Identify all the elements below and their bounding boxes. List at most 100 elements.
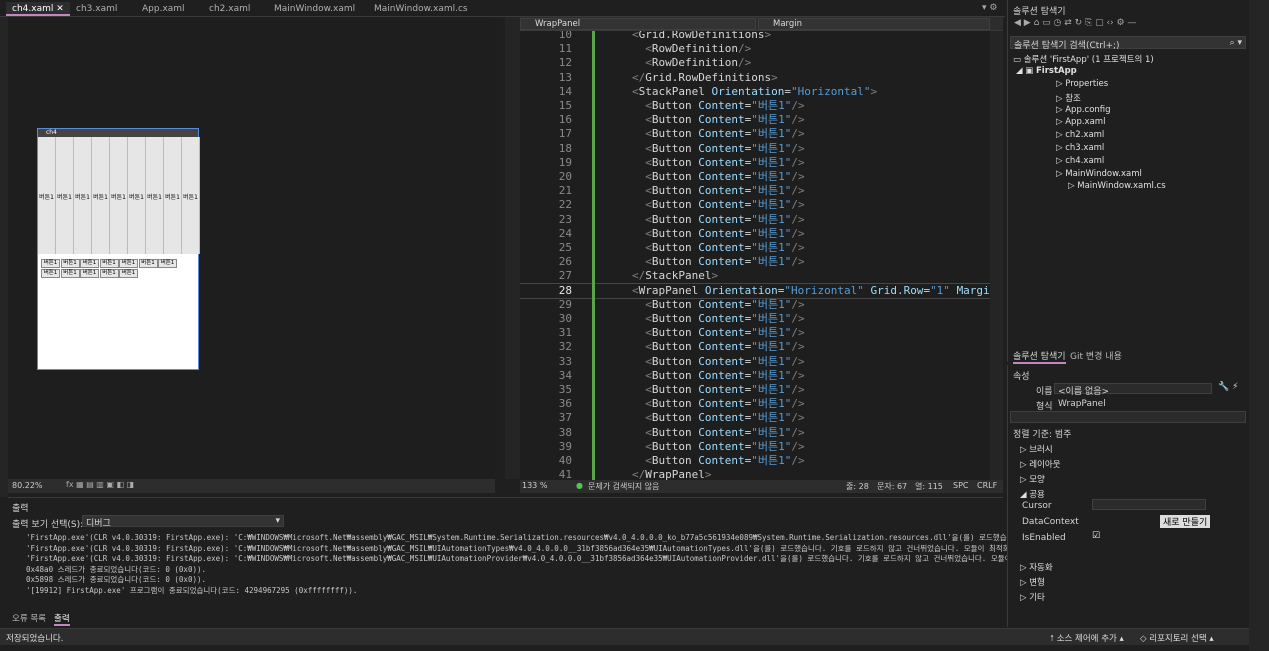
solution-tree-item[interactable]: ▷ MainWindow.xaml.cs bbox=[1068, 181, 1166, 191]
stack-button-preview[interactable]: 버튼1 bbox=[38, 137, 56, 254]
editor-vertical-scrollbar[interactable] bbox=[990, 31, 1003, 480]
tab-git-changes[interactable]: Git 변경 내용 bbox=[1070, 349, 1122, 362]
wrap-button-preview[interactable]: 버튼1 bbox=[99, 269, 119, 278]
code-line[interactable]: 32 <Button Content="버튼1"/> bbox=[520, 340, 990, 354]
solution-toolbar-icons[interactable]: ◀ ▶ ⌂ ▭ ◷ ⇄ ↻ ⎘ ▢ ‹› ⚙ — bbox=[1014, 18, 1136, 28]
code-line[interactable]: 22 <Button Content="버튼1"/> bbox=[520, 198, 990, 212]
solution-tree-item[interactable]: ▷ 참조 bbox=[1056, 92, 1081, 104]
stack-button-preview[interactable]: 버튼1 bbox=[92, 137, 110, 254]
tab-output[interactable]: 출력 bbox=[54, 612, 70, 626]
code-line[interactable]: 19 <Button Content="버튼1"/> bbox=[520, 156, 990, 170]
code-line[interactable]: 14 <StackPanel Orientation="Horizontal"> bbox=[520, 85, 990, 99]
code-line[interactable]: 21 <Button Content="버튼1"/> bbox=[520, 184, 990, 198]
code-line[interactable]: 36 <Button Content="버튼1"/> bbox=[520, 397, 990, 411]
wrap-button-preview[interactable]: 버튼1 bbox=[158, 259, 177, 268]
property-category[interactable]: ▷ 기타 bbox=[1020, 591, 1045, 603]
project-firstapp[interactable]: ◢ ▣ FirstApp bbox=[1016, 66, 1077, 76]
tab-overflow-icon[interactable]: ▾ ⚙ bbox=[982, 3, 997, 13]
property-category[interactable]: ▷ 자동화 bbox=[1020, 561, 1053, 573]
line-ending[interactable]: CRLF bbox=[977, 481, 997, 490]
wrap-button-preview[interactable]: 버튼1 bbox=[119, 269, 138, 278]
stack-button-preview[interactable]: 버튼1 bbox=[74, 137, 92, 254]
solution-tree-item[interactable]: ▷ ch4.xaml bbox=[1056, 156, 1104, 166]
code-line[interactable]: 16 <Button Content="버튼1"/> bbox=[520, 113, 990, 127]
code-line[interactable]: 38 <Button Content="버튼1"/> bbox=[520, 426, 990, 440]
code-line[interactable]: 12 <RowDefinition/> bbox=[520, 56, 990, 70]
prop-cursor-select[interactable] bbox=[1092, 499, 1206, 510]
code-line[interactable]: 28 <WrapPanel Orientation="Horizontal" Gr… bbox=[520, 282, 990, 299]
name-input[interactable]: <이름 없음> bbox=[1054, 383, 1212, 397]
code-line[interactable]: 26 <Button Content="버튼1"/> bbox=[520, 255, 990, 269]
solution-tree-item[interactable]: ▷ MainWindow.xaml bbox=[1056, 169, 1142, 179]
solution-tree-item[interactable]: ▷ Properties bbox=[1056, 79, 1108, 89]
wrap-button-preview[interactable]: 버튼1 bbox=[60, 259, 80, 268]
stack-button-preview[interactable]: 버튼1 bbox=[128, 137, 146, 254]
code-line[interactable]: 15 <Button Content="버튼1"/> bbox=[520, 99, 990, 113]
property-combo[interactable]: Margin bbox=[758, 18, 990, 30]
tab-ch3-xaml[interactable]: ch3.xaml bbox=[70, 2, 123, 16]
tab-mainwindow-xaml[interactable]: MainWindow.xaml bbox=[268, 2, 361, 16]
code-line[interactable]: 17 <Button Content="버튼1"/> bbox=[520, 127, 990, 141]
tab-mainwindow-xaml-cs[interactable]: MainWindow.xaml.cs bbox=[368, 2, 474, 16]
xaml-code-editor[interactable]: 10 <Grid.RowDefinitions> 11 <RowDefinition… bbox=[520, 31, 990, 480]
wrap-button-preview[interactable]: 버튼1 bbox=[60, 269, 80, 278]
code-line[interactable]: 29 <Button Content="버튼1"/> bbox=[520, 298, 990, 312]
property-category[interactable]: ▷ 변형 bbox=[1020, 576, 1045, 588]
tab-app-xaml[interactable]: App.xaml bbox=[136, 2, 191, 16]
designer-zoom[interactable]: 80.22% bbox=[12, 481, 43, 490]
code-line[interactable]: 27 </StackPanel> bbox=[520, 269, 990, 283]
code-line[interactable]: 23 <Button Content="버튼1"/> bbox=[520, 213, 990, 227]
stack-button-preview[interactable]: 버튼1 bbox=[164, 137, 182, 254]
wrap-button-preview[interactable]: 버튼1 bbox=[119, 259, 138, 268]
sort-by-category[interactable]: 정렬 기준: 범주 bbox=[1013, 427, 1071, 440]
code-line[interactable]: 39 <Button Content="버튼1"/> bbox=[520, 440, 990, 454]
property-category[interactable]: ▷ 레이아웃 bbox=[1020, 458, 1061, 470]
code-line[interactable]: 35 <Button Content="버튼1"/> bbox=[520, 383, 990, 397]
tab-ch4-xaml[interactable]: ch4.xaml ✕ bbox=[6, 2, 70, 16]
wrap-button-preview[interactable]: 버튼1 bbox=[80, 259, 99, 268]
code-line[interactable]: 20 <Button Content="버튼1"/> bbox=[520, 170, 990, 184]
property-category[interactable]: ◢ 공용 bbox=[1020, 488, 1045, 500]
code-line[interactable]: 30 <Button Content="버튼1"/> bbox=[520, 312, 990, 326]
tab-solution-explorer[interactable]: 솔루션 탐색기 bbox=[1013, 349, 1066, 364]
wrap-button-preview[interactable]: 버튼1 bbox=[41, 269, 60, 278]
xaml-designer-surface[interactable]: ch4 버튼1 버튼1 버튼1 버튼1 버튼1 버튼1 버튼1 버튼1 버튼1 버튼1 버튼1 버튼… bbox=[8, 17, 495, 479]
properties-search-input[interactable] bbox=[1010, 411, 1246, 423]
designer-grid-icons[interactable]: fx ▦ ▤ ▥ ▣ ◧ ◨ bbox=[66, 480, 134, 489]
whitespace-mode[interactable]: SPC bbox=[953, 481, 969, 490]
code-line[interactable]: 41 </WrapPanel> bbox=[520, 468, 990, 480]
code-line[interactable]: 40 <Button Content="버튼1"/> bbox=[520, 454, 990, 468]
tab-error-list[interactable]: 오류 목록 bbox=[12, 612, 46, 624]
wrap-button-preview[interactable]: 버튼1 bbox=[41, 259, 60, 268]
property-category[interactable]: ▷ 모양 bbox=[1020, 473, 1045, 485]
property-category[interactable]: ▷ 브러시 bbox=[1020, 443, 1053, 455]
code-line[interactable]: 31 <Button Content="버튼1"/> bbox=[520, 326, 990, 340]
new-datacontext-button[interactable]: 새로 만들기 bbox=[1160, 515, 1211, 528]
solution-tree-item[interactable]: ▷ App.config bbox=[1056, 105, 1111, 115]
stack-button-preview[interactable]: 버튼1 bbox=[56, 137, 74, 254]
isenabled-checkbox[interactable]: ☑ bbox=[1092, 531, 1100, 541]
solution-tree-item[interactable]: ▷ ch3.xaml bbox=[1056, 143, 1104, 153]
code-line[interactable]: 24 <Button Content="버튼1"/> bbox=[520, 227, 990, 241]
editor-zoom[interactable]: 133 % bbox=[522, 481, 547, 490]
tab-ch2-xaml[interactable]: ch2.xaml bbox=[203, 2, 256, 16]
design-window-preview[interactable]: ch4 버튼1 버튼1 버튼1 버튼1 버튼1 버튼1 버튼1 버튼1 버튼1 버튼1 버튼1 버튼… bbox=[37, 128, 200, 370]
code-line[interactable]: 25 <Button Content="버튼1"/> bbox=[520, 241, 990, 255]
add-source-control-button[interactable]: ⭡ 소스 제어에 추가 ▴ bbox=[1050, 632, 1124, 644]
element-combo[interactable]: WrapPanel bbox=[520, 18, 756, 30]
code-line[interactable]: 34 <Button Content="버튼1"/> bbox=[520, 369, 990, 383]
output-source-select[interactable]: 디버그 ▾ bbox=[82, 515, 284, 529]
stack-button-preview[interactable]: 버튼1 bbox=[110, 137, 128, 254]
code-line[interactable]: 18 <Button Content="버튼1"/> bbox=[520, 142, 990, 156]
properties-wrench-icon[interactable]: 🔧 ⚡ bbox=[1218, 382, 1238, 392]
code-line[interactable]: 13 </Grid.RowDefinitions> bbox=[520, 71, 990, 85]
solution-tree-item[interactable]: ▷ ch2.xaml bbox=[1056, 130, 1104, 140]
issues-text[interactable]: 문제가 검색되지 않음 bbox=[588, 481, 659, 492]
code-line[interactable]: 33 <Button Content="버튼1"/> bbox=[520, 355, 990, 369]
code-line[interactable]: 37 <Button Content="버튼1"/> bbox=[520, 411, 990, 425]
code-line[interactable]: 11 <RowDefinition/> bbox=[520, 42, 990, 56]
wrap-button-preview[interactable]: 버튼1 bbox=[138, 259, 158, 268]
select-repository-button[interactable]: ◇ 리포지토리 선택 ▴ bbox=[1140, 632, 1214, 644]
stack-button-preview[interactable]: 버튼1 bbox=[182, 137, 200, 254]
stack-button-preview[interactable]: 버튼1 bbox=[146, 137, 164, 254]
